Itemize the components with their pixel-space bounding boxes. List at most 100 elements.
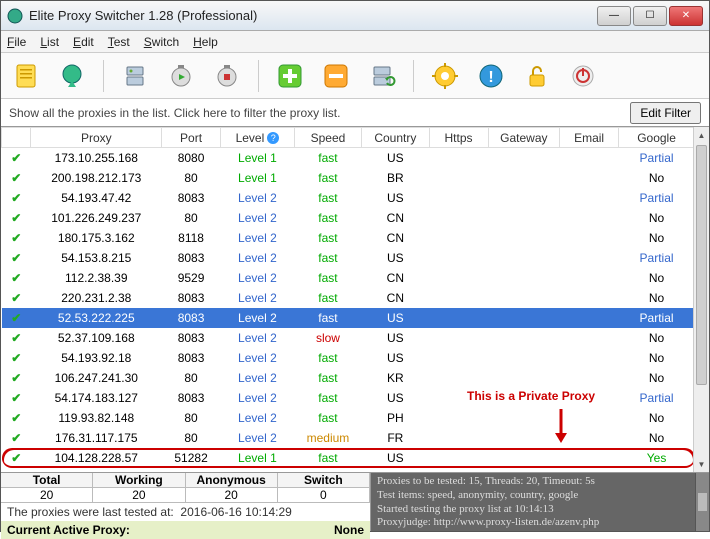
menu-edit[interactable]: Edit	[73, 35, 94, 49]
cell-gateway	[488, 168, 560, 188]
unlock-button[interactable]	[520, 59, 554, 93]
col-proxy[interactable]: Proxy	[31, 128, 162, 148]
menu-switch[interactable]: Switch	[144, 35, 179, 49]
timer-start-button[interactable]	[164, 59, 198, 93]
stat-hdr-switch: Switch	[278, 473, 370, 488]
cell-email	[560, 268, 619, 288]
stat-hdr-total: Total	[1, 473, 93, 488]
remove-button[interactable]	[319, 59, 353, 93]
cell-country: US	[362, 308, 429, 328]
add-button[interactable]	[273, 59, 307, 93]
table-row[interactable]: ✔104.128.228.5751282Level 1fastUSYes	[2, 448, 695, 468]
check-icon: ✔	[11, 291, 21, 305]
cell-level: Level 2	[221, 368, 295, 388]
log-scrollbar[interactable]	[695, 473, 709, 531]
cell-proxy: 200.198.212.173	[31, 168, 162, 188]
cell-speed: fast	[294, 228, 361, 248]
cell-port: 80	[162, 208, 221, 228]
check-icon: ✔	[11, 211, 21, 225]
cell-google: Partial	[619, 308, 695, 328]
cell-speed: fast	[294, 168, 361, 188]
col-level[interactable]: Level?	[221, 128, 295, 148]
cell-https	[429, 208, 488, 228]
cell-email	[560, 248, 619, 268]
cell-gateway	[488, 228, 560, 248]
table-row[interactable]: ✔54.193.47.428083Level 2fastUSPartial	[2, 188, 695, 208]
cell-https	[429, 248, 488, 268]
download-button[interactable]	[55, 59, 89, 93]
maximize-button[interactable]: ☐	[633, 6, 667, 26]
cell-google: Yes	[619, 448, 695, 468]
log-scroll-thumb[interactable]	[698, 493, 707, 511]
import-button[interactable]	[9, 59, 43, 93]
power-button[interactable]	[566, 59, 600, 93]
cell-port: 8080	[162, 148, 221, 168]
cell-port: 8083	[162, 328, 221, 348]
cell-level: Level 1	[221, 448, 295, 468]
table-row[interactable]: ✔52.37.109.1688083Level 2slowUSNo	[2, 328, 695, 348]
table-row[interactable]: ✔106.247.241.3080Level 2fastKRNo	[2, 368, 695, 388]
menu-list[interactable]: List	[40, 35, 59, 49]
table-row[interactable]: ✔119.93.82.14880Level 2fastPHNo	[2, 408, 695, 428]
log-line: Proxies to be tested: 15, Threads: 20, T…	[377, 475, 703, 489]
cell-level: Level 2	[221, 428, 295, 448]
table-row[interactable]: ✔200.198.212.17380Level 1fastBRNo	[2, 168, 695, 188]
settings-button[interactable]	[428, 59, 462, 93]
cell-speed: slow	[294, 328, 361, 348]
cell-gateway	[488, 268, 560, 288]
minimize-button[interactable]: —	[597, 6, 631, 26]
cell-https	[429, 408, 488, 428]
menu-test[interactable]: Test	[108, 35, 130, 49]
table-row[interactable]: ✔52.53.222.2258083Level 2fastUSPartial	[2, 308, 695, 328]
check-icon: ✔	[11, 311, 21, 325]
close-button[interactable]: ✕	[669, 6, 703, 26]
check-icon: ✔	[11, 251, 21, 265]
cell-google: Partial	[619, 148, 695, 168]
help-icon[interactable]: ?	[267, 132, 279, 144]
filter-bar: Show all the proxies in the list. Click …	[1, 99, 709, 127]
col-email[interactable]: Email	[560, 128, 619, 148]
cell-proxy: 52.53.222.225	[31, 308, 162, 328]
table-row[interactable]: ✔54.174.183.1278083Level 2fastUSPartial	[2, 388, 695, 408]
col-gateway[interactable]: Gateway	[488, 128, 560, 148]
col-google[interactable]: Google	[619, 128, 695, 148]
cell-level: Level 2	[221, 268, 295, 288]
cell-port: 51282	[162, 448, 221, 468]
cell-proxy: 101.226.249.237	[31, 208, 162, 228]
current-active-proxy: Current Active Proxy: None	[1, 521, 370, 539]
table-row[interactable]: ✔54.153.8.2158083Level 2fastUSPartial	[2, 248, 695, 268]
info-button[interactable]: !	[474, 59, 508, 93]
cell-email	[560, 328, 619, 348]
table-row[interactable]: ✔112.2.38.399529Level 2fastCNNo	[2, 268, 695, 288]
col-check[interactable]	[2, 128, 31, 148]
table-row[interactable]: ✔54.193.92.188083Level 2fastUSNo	[2, 348, 695, 368]
filter-text[interactable]: Show all the proxies in the list. Click …	[9, 106, 630, 120]
cell-level: Level 2	[221, 348, 295, 368]
cell-speed: fast	[294, 268, 361, 288]
cell-gateway	[488, 448, 560, 468]
table-row[interactable]: ✔101.226.249.23780Level 2fastCNNo	[2, 208, 695, 228]
edit-filter-button[interactable]: Edit Filter	[630, 102, 701, 124]
server-refresh-button[interactable]	[365, 59, 399, 93]
scroll-thumb[interactable]	[696, 145, 707, 385]
table-row[interactable]: ✔220.231.2.388083Level 2fastCNNo	[2, 288, 695, 308]
table-row[interactable]: ✔176.31.117.17580Level 2mediumFRNo	[2, 428, 695, 448]
scroll-down-icon[interactable]: ▼	[694, 456, 709, 472]
col-country[interactable]: Country	[362, 128, 429, 148]
table-row[interactable]: ✔180.175.3.1628118Level 2fastCNNo	[2, 228, 695, 248]
toolbar: !	[1, 53, 709, 99]
server-button[interactable]	[118, 59, 152, 93]
cell-level: Level 2	[221, 188, 295, 208]
menu-file[interactable]: File	[7, 35, 26, 49]
cell-email	[560, 428, 619, 448]
col-https[interactable]: Https	[429, 128, 488, 148]
col-speed[interactable]: Speed	[294, 128, 361, 148]
scroll-up-icon[interactable]: ▲	[694, 127, 709, 143]
table-row[interactable]: ✔173.10.255.1688080Level 1fastUSPartial	[2, 148, 695, 168]
col-port[interactable]: Port	[162, 128, 221, 148]
timer-stop-button[interactable]	[210, 59, 244, 93]
menu-help[interactable]: Help	[193, 35, 218, 49]
log-line: Verifying the selected proxies in the li…	[377, 530, 703, 531]
cell-https	[429, 288, 488, 308]
vertical-scrollbar[interactable]: ▲ ▼	[693, 127, 709, 472]
